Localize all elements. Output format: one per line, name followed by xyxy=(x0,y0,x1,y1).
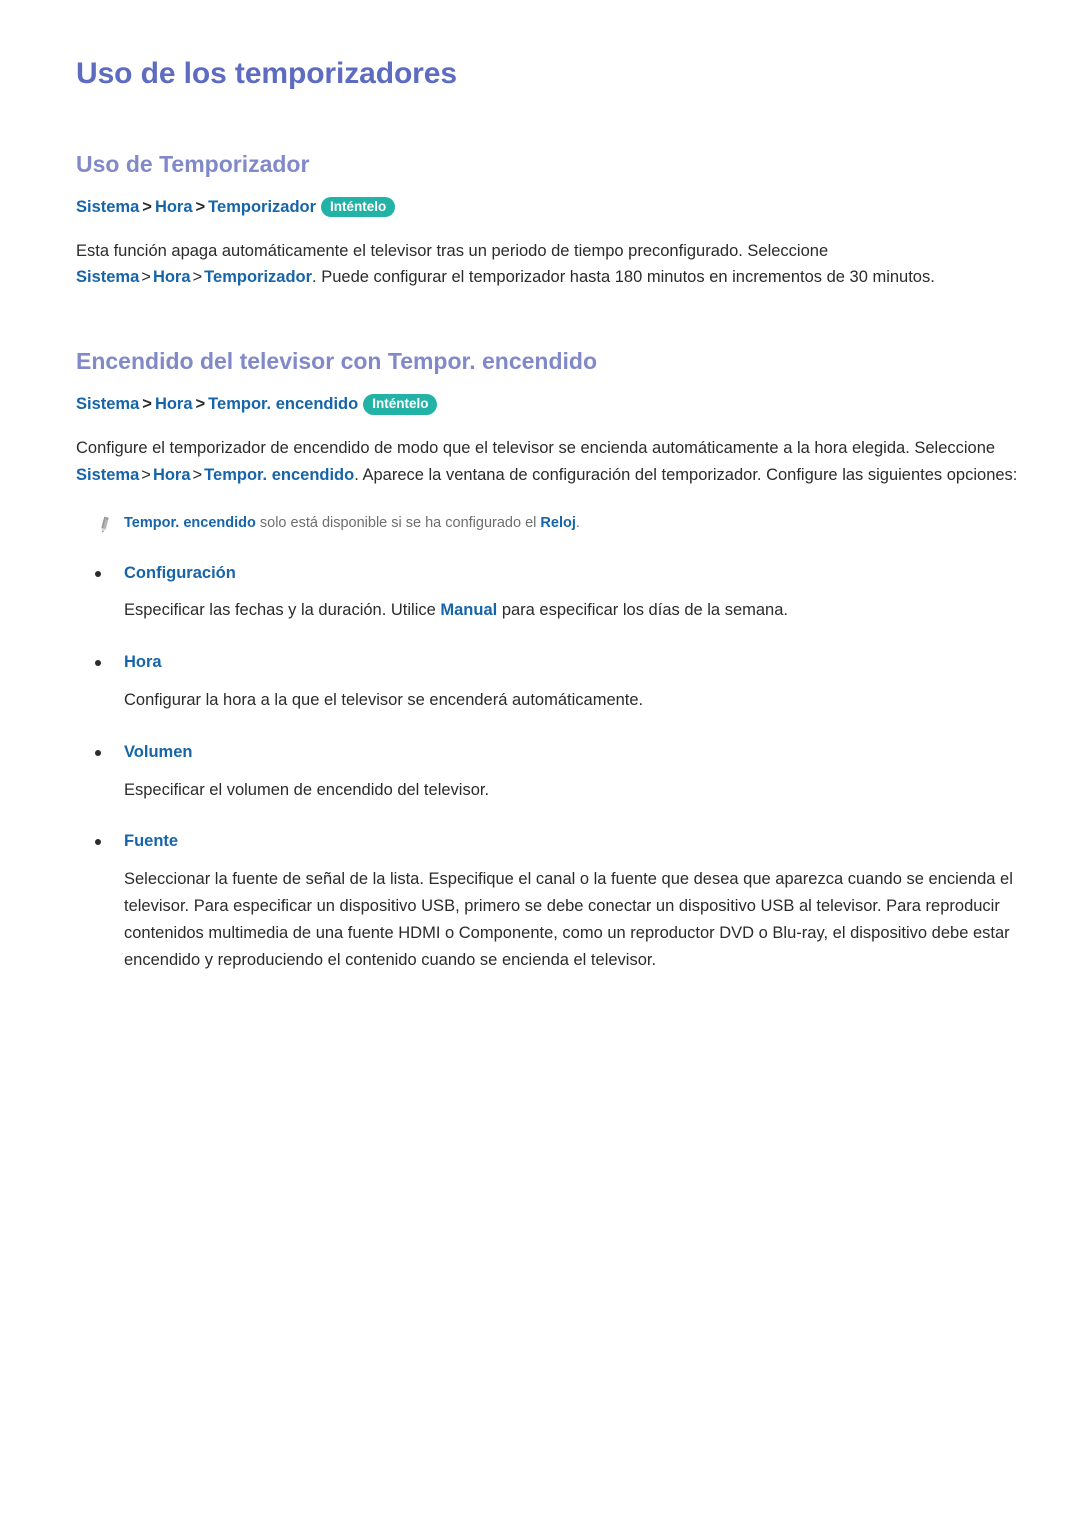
breadcrumb-separator: > xyxy=(142,395,152,414)
menu-ref-manual: Manual xyxy=(440,601,498,620)
bullet-text-part1: Especificar las fechas y la duración. Ut… xyxy=(124,601,441,620)
menu-ref-sistema: Sistema xyxy=(76,465,140,484)
menu-ref-hora: Hora xyxy=(152,465,191,484)
bullet-description: Especificar el volumen de encendido del … xyxy=(76,777,1020,804)
list-item: Volumen Especificar el volumen de encend… xyxy=(76,740,1020,804)
breadcrumb-item-sistema[interactable]: Sistema xyxy=(76,395,139,413)
bullet-dot-icon xyxy=(95,570,101,577)
document-page: Uso de los temporizadores Uso de Tempori… xyxy=(0,0,1080,974)
breadcrumb: Sistema > Hora > Tempor. encendido Inténtelo xyxy=(76,392,1020,417)
section-heading: Encendido del televisor con Tempor. ence… xyxy=(76,348,598,375)
section-tempor-encendido: Encendido del televisor con Tempor. ence… xyxy=(76,347,1020,974)
breadcrumb-item-hora[interactable]: Hora xyxy=(155,395,193,413)
note-text-part2: . xyxy=(575,514,580,531)
paragraph-text: Configure el temporizador de encendido d… xyxy=(76,438,996,457)
section-paragraph: Esta función apaga automáticamente el te… xyxy=(76,238,1020,292)
breadcrumb-item-hora[interactable]: Hora xyxy=(155,198,193,216)
bullet-label-configuracion: Configuración xyxy=(76,561,1020,586)
section-paragraph: Configure el temporizador de encendido d… xyxy=(76,435,1020,489)
breadcrumb-item-temporizador[interactable]: Temporizador xyxy=(208,198,316,216)
menu-ref-separator: > xyxy=(141,268,151,287)
menu-ref-hora: Hora xyxy=(152,268,191,287)
menu-ref-tempor-encendido: Tempor. encendido xyxy=(204,465,355,484)
note-ref-reloj: Reloj xyxy=(540,514,576,531)
note-ref-tempor-encendido: Tempor. encendido xyxy=(124,514,256,531)
breadcrumb-separator: > xyxy=(195,197,206,216)
breadcrumb: Sistema > Hora > Temporizador Inténtelo xyxy=(76,195,1020,220)
breadcrumb-separator: > xyxy=(195,395,206,414)
section-uso-de-temporizador: Uso de Temporizador Sistema > Hora > Tempori… xyxy=(76,150,1020,291)
paragraph-text-continued: . Puede configurar el temporizador hasta… xyxy=(312,268,935,287)
list-item: Hora Configurar la hora a la que el tele… xyxy=(76,650,1020,714)
menu-ref-separator: > xyxy=(192,268,203,287)
bullet-label-text: Volumen xyxy=(124,742,193,761)
pencil-icon xyxy=(94,515,114,535)
list-item: Configuración Especificar las fechas y l… xyxy=(76,561,1020,625)
try-it-badge[interactable]: Inténtelo xyxy=(321,196,396,218)
paragraph-text-continued: . Aparece la ventana de configuración de… xyxy=(354,465,1018,484)
options-list: Configuración Especificar las fechas y l… xyxy=(76,561,1020,974)
breadcrumb-separator: > xyxy=(142,197,152,216)
note-text: Tempor. encendido solo está disponible s… xyxy=(124,513,580,535)
page-title: Uso de los temporizadores xyxy=(76,57,457,90)
bullet-dot-icon xyxy=(95,749,101,756)
menu-ref-separator: > xyxy=(192,465,203,484)
bullet-label-fuente: Fuente xyxy=(76,829,1020,854)
bullet-dot-icon xyxy=(95,660,101,667)
bullet-description: Seleccionar la fuente de señal de la lis… xyxy=(76,866,1020,974)
bullet-description: Configurar la hora a la que el televisor… xyxy=(76,687,1020,714)
bullet-text-part1: Seleccionar la fuente de señal de la lis… xyxy=(124,870,1013,969)
bullet-description: Especificar las fechas y la duración. Ut… xyxy=(76,597,1020,624)
bullet-label-text: Configuración xyxy=(124,563,236,582)
menu-ref-separator: > xyxy=(141,465,151,484)
bullet-label-text: Fuente xyxy=(124,832,179,851)
bullet-text-part1: Especificar el volumen de encendido del … xyxy=(124,780,490,799)
bullet-dot-icon xyxy=(95,839,101,846)
bullet-label-volumen: Volumen xyxy=(76,740,1020,765)
bullet-text-part2: para especificar los días de la semana. xyxy=(497,601,788,620)
menu-ref-sistema: Sistema xyxy=(76,268,140,287)
list-item: Fuente Seleccionar la fuente de señal de… xyxy=(76,829,1020,973)
breadcrumb-item-sistema[interactable]: Sistema xyxy=(76,198,139,216)
note-text-part1: solo está disponible si se ha configurad… xyxy=(255,514,541,531)
note-row: Tempor. encendido solo está disponible s… xyxy=(94,513,1020,535)
bullet-label-text: Hora xyxy=(124,653,162,672)
bullet-text-part1: Configurar la hora a la que el televisor… xyxy=(124,690,644,709)
breadcrumb-item-tempor-encendido[interactable]: Tempor. encendido xyxy=(208,395,358,413)
menu-ref-temporizador: Temporizador xyxy=(204,268,313,287)
try-it-badge[interactable]: Inténtelo xyxy=(363,394,438,415)
paragraph-text: Esta función apaga automáticamente el te… xyxy=(76,241,829,260)
bullet-label-hora: Hora xyxy=(76,650,1020,675)
section-heading: Uso de Temporizador xyxy=(76,151,310,177)
